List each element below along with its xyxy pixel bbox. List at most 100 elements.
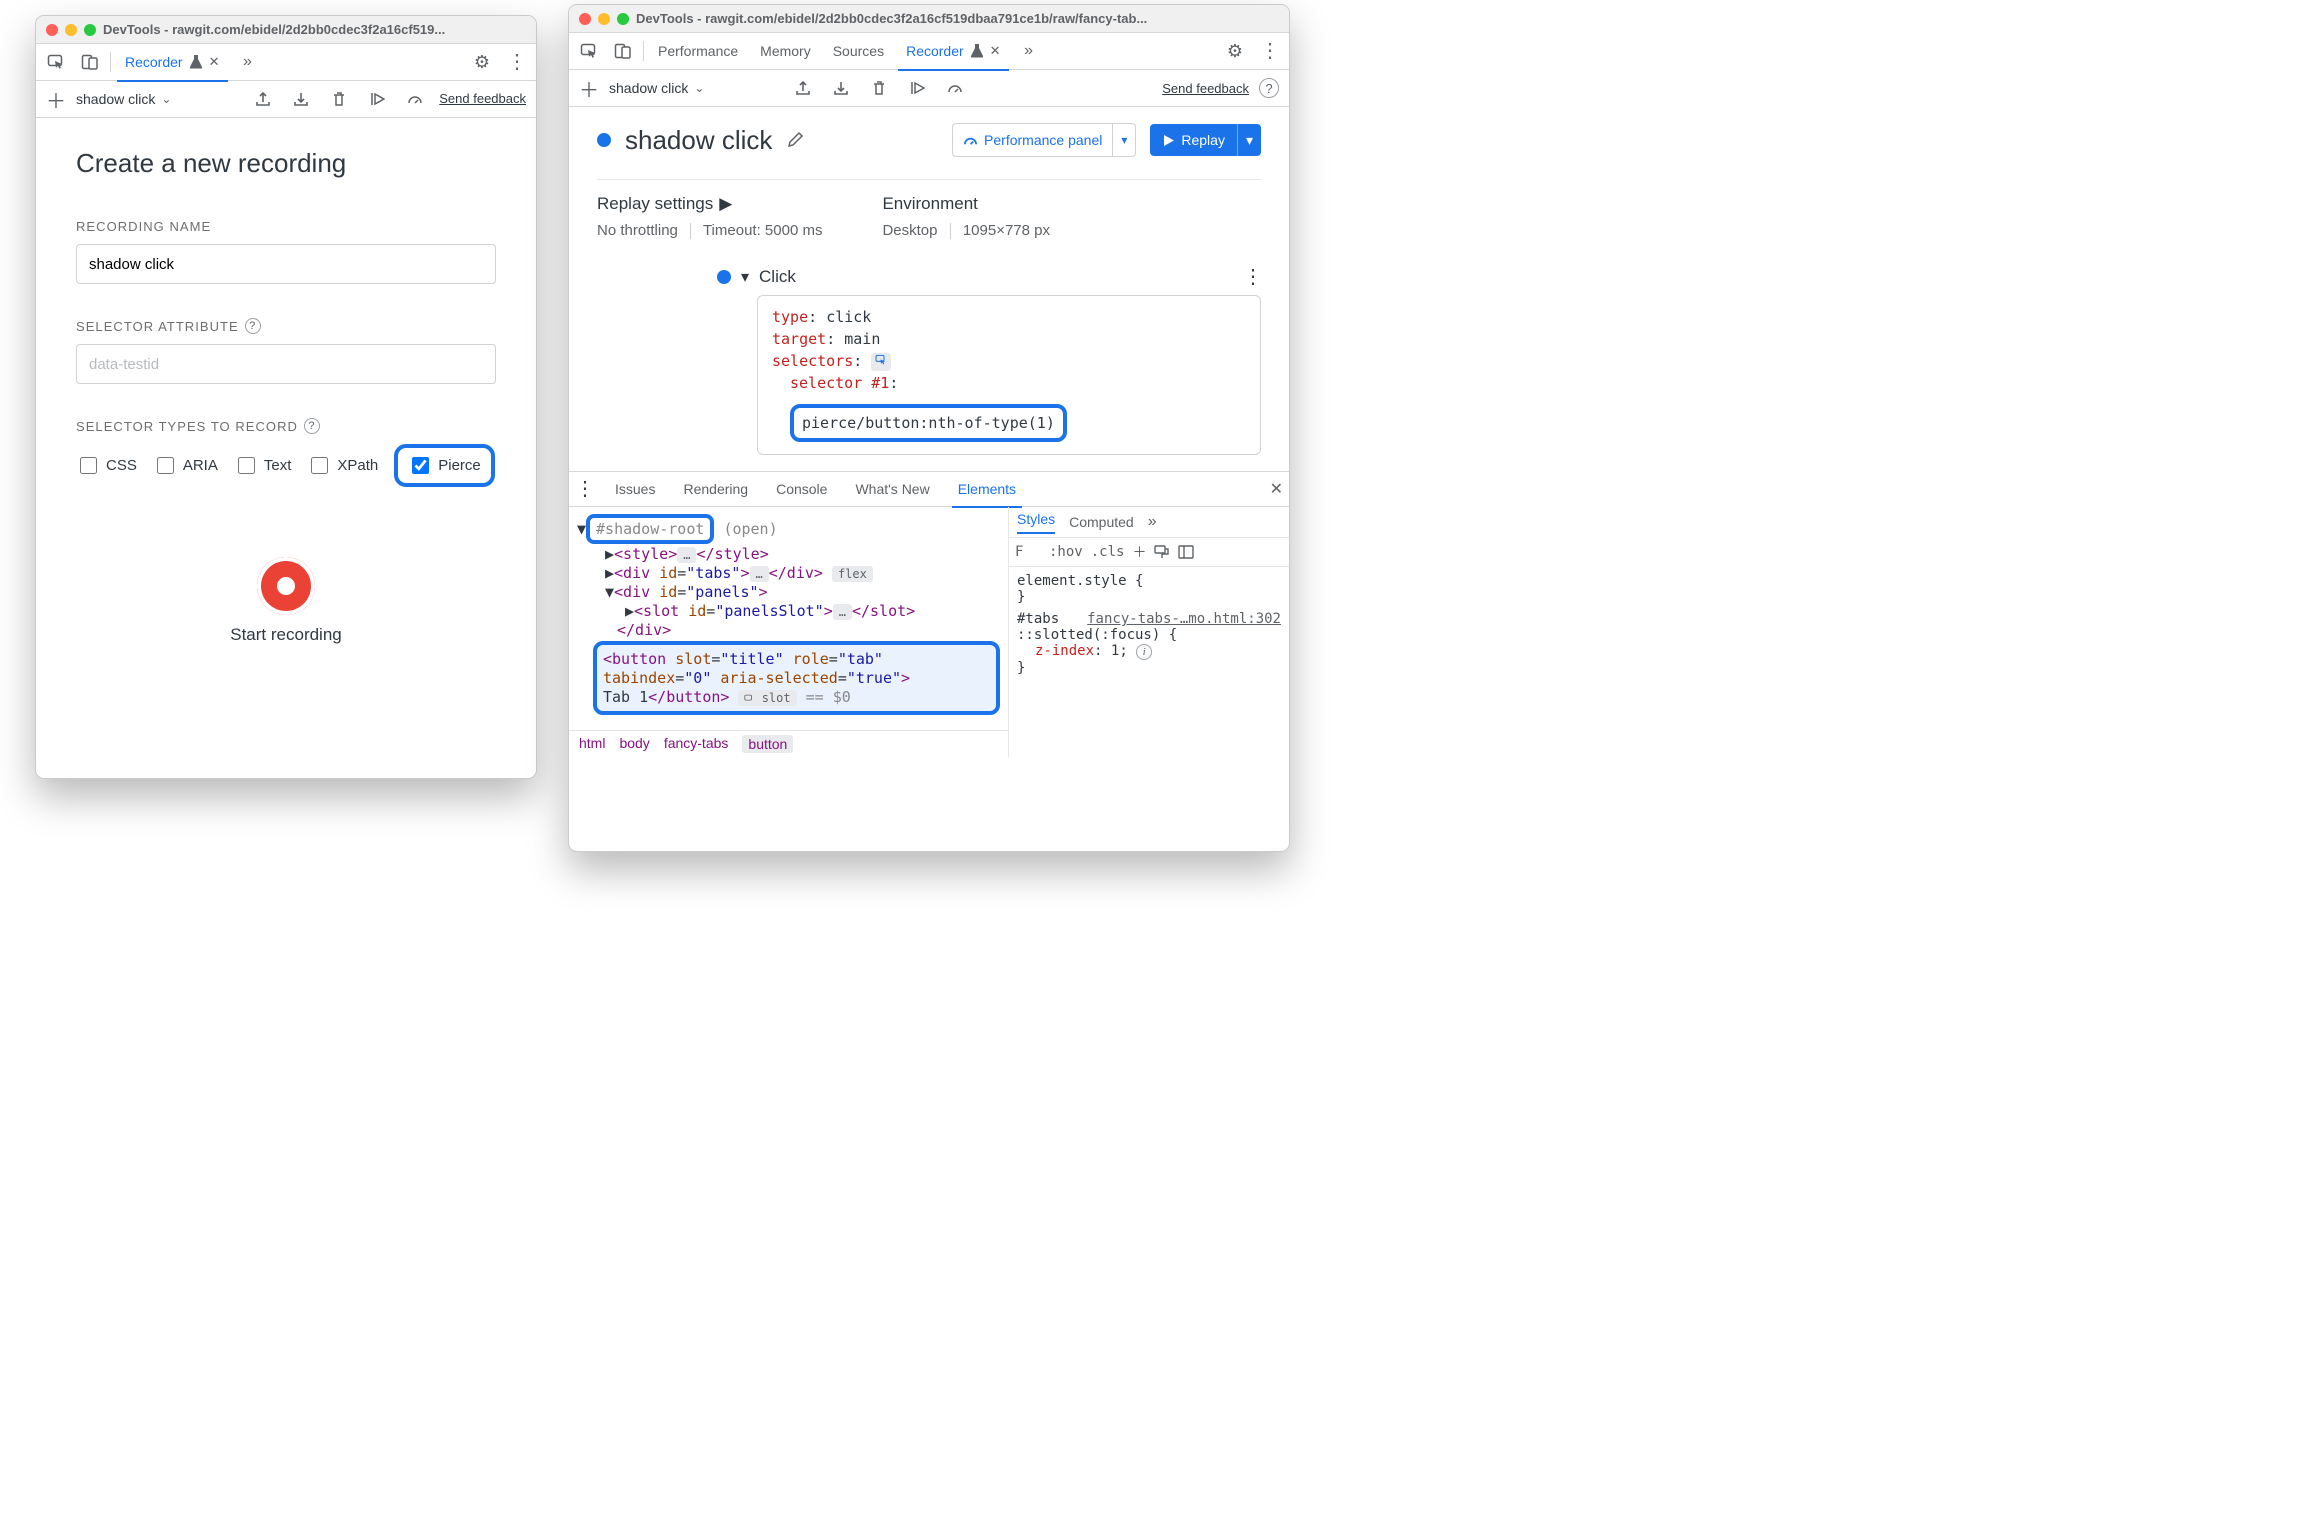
- inspect-icon[interactable]: [575, 37, 603, 65]
- dom-tree[interactable]: ▼#shadow-root (open) ▶<style>…</style> ▶…: [569, 507, 1008, 730]
- css-rule-2-header[interactable]: #tabs fancy-tabs-…mo.html:302: [1017, 611, 1281, 627]
- more-vert-icon[interactable]: ⋮: [502, 48, 530, 76]
- settings-gear-icon[interactable]: ⚙: [1221, 37, 1249, 65]
- close-tab-icon[interactable]: ✕: [990, 43, 1001, 59]
- info-icon[interactable]: i: [1136, 644, 1152, 660]
- checkbox-xpath-input[interactable]: [311, 457, 328, 474]
- replay-settings-heading[interactable]: Replay settings ▶: [597, 194, 822, 214]
- dom-line-slot[interactable]: ▶<slot id="panelsSlot">…</slot>: [625, 602, 1000, 620]
- recording-select[interactable]: shadow click ⌄: [76, 91, 239, 107]
- more-tabs-icon[interactable]: »: [1015, 37, 1043, 65]
- help-icon[interactable]: ?: [245, 318, 261, 334]
- css-rule-3[interactable]: ::slotted(:focus) {: [1017, 627, 1281, 643]
- hov-button[interactable]: :hov: [1049, 544, 1083, 560]
- dom-line-panels[interactable]: ▼<div id="panels">: [605, 583, 1000, 601]
- step-label[interactable]: Click: [759, 267, 796, 287]
- close-icon[interactable]: [46, 24, 58, 36]
- more-tabs-icon[interactable]: »: [234, 48, 262, 76]
- drawer-tab-whatsnew[interactable]: What's New: [849, 472, 935, 506]
- device-toggle-icon[interactable]: [609, 37, 637, 65]
- dom-line-tabs[interactable]: ▶<div id="tabs">…</div> flex: [605, 564, 1000, 582]
- performance-panel-dropdown[interactable]: ▾: [1113, 123, 1136, 157]
- export-icon[interactable]: [249, 85, 277, 113]
- checkbox-aria-input[interactable]: [157, 457, 174, 474]
- inspect-icon[interactable]: [42, 48, 70, 76]
- performance-panel-button[interactable]: Performance panel: [952, 123, 1113, 157]
- collapse-icon[interactable]: ▾: [741, 267, 749, 287]
- cls-button[interactable]: .cls: [1091, 544, 1125, 560]
- speed-icon[interactable]: [401, 85, 429, 113]
- checkbox-css-input[interactable]: [80, 457, 97, 474]
- more-vert-icon[interactable]: ⋮: [1255, 37, 1283, 65]
- send-feedback-link[interactable]: Send feedback: [439, 91, 526, 107]
- drawer-more-icon[interactable]: ⋮: [575, 484, 593, 494]
- crumb-html[interactable]: html: [579, 735, 605, 753]
- settings-gear-icon[interactable]: ⚙: [468, 48, 496, 76]
- step-more-icon[interactable]: ⋮: [1243, 272, 1261, 282]
- drawer-tab-console[interactable]: Console: [770, 472, 833, 506]
- close-tab-icon[interactable]: ✕: [209, 54, 220, 70]
- css-source-link[interactable]: fancy-tabs-…mo.html:302: [1087, 611, 1281, 627]
- dom-line-panels-close[interactable]: </div>: [617, 621, 1000, 639]
- checkbox-pierce-input[interactable]: [412, 457, 429, 474]
- checkbox-text[interactable]: Text: [234, 454, 292, 477]
- flex-badge[interactable]: flex: [832, 566, 873, 582]
- new-recording-icon[interactable]: ＋: [579, 74, 599, 103]
- help-icon[interactable]: ?: [304, 418, 320, 434]
- checkbox-pierce[interactable]: Pierce: [408, 454, 481, 477]
- tab-recorder[interactable]: Recorder ✕: [898, 33, 1009, 71]
- delete-icon[interactable]: [865, 74, 893, 102]
- recording-select[interactable]: shadow click ⌄: [609, 80, 779, 96]
- selector-value[interactable]: pierce/button:nth-of-type(1): [802, 414, 1055, 432]
- css-decl[interactable]: z-index: 1; i: [1035, 643, 1281, 660]
- drawer-tab-rendering[interactable]: Rendering: [677, 472, 754, 506]
- selector-attr-input[interactable]: [76, 344, 496, 384]
- paint-icon[interactable]: [1154, 545, 1170, 559]
- dom-line-style[interactable]: ▶<style>…</style>: [605, 545, 1000, 563]
- export-icon[interactable]: [789, 74, 817, 102]
- send-feedback-link[interactable]: Send feedback: [1162, 81, 1249, 96]
- styles-tab-styles[interactable]: Styles: [1017, 511, 1055, 534]
- replay-dropdown[interactable]: ▾: [1237, 124, 1261, 156]
- tab-memory[interactable]: Memory: [752, 33, 819, 69]
- speed-icon[interactable]: [941, 74, 969, 102]
- checkbox-text-input[interactable]: [238, 457, 255, 474]
- css-rule-1[interactable]: element.style {: [1017, 573, 1281, 589]
- minimize-icon[interactable]: [598, 13, 610, 25]
- tab-performance[interactable]: Performance: [650, 33, 746, 69]
- replay-button[interactable]: Replay: [1150, 124, 1237, 156]
- dom-line-button[interactable]: <button slot="title" role="tab": [603, 650, 990, 668]
- tab-sources[interactable]: Sources: [825, 33, 892, 69]
- crumb-button[interactable]: button: [742, 735, 793, 753]
- recording-name-input[interactable]: [76, 244, 496, 284]
- edit-icon[interactable]: [786, 131, 804, 149]
- play-icon[interactable]: [903, 74, 931, 102]
- start-recording-label[interactable]: Start recording: [76, 625, 496, 645]
- new-recording-icon[interactable]: ＋: [46, 85, 66, 114]
- new-rule-icon[interactable]: ＋: [1132, 542, 1146, 562]
- styles-tab-computed[interactable]: Computed: [1069, 514, 1134, 530]
- checkbox-css[interactable]: CSS: [76, 454, 137, 477]
- record-icon[interactable]: [257, 557, 315, 615]
- dom-line-button-3[interactable]: Tab 1</button> slot == $0: [603, 688, 990, 706]
- play-icon[interactable]: [363, 85, 391, 113]
- tab-recorder[interactable]: Recorder ✕: [117, 44, 228, 82]
- delete-icon[interactable]: [325, 85, 353, 113]
- import-icon[interactable]: [287, 85, 315, 113]
- dom-line-button-2[interactable]: tabindex="0" aria-selected="true">: [603, 669, 990, 687]
- pick-selector-icon[interactable]: [871, 353, 891, 371]
- maximize-icon[interactable]: [617, 13, 629, 25]
- help-icon[interactable]: ?: [1259, 78, 1279, 98]
- checkbox-aria[interactable]: ARIA: [153, 454, 218, 477]
- import-icon[interactable]: [827, 74, 855, 102]
- close-drawer-icon[interactable]: ✕: [1270, 479, 1283, 499]
- more-tabs-icon[interactable]: »: [1148, 513, 1157, 531]
- filter-input[interactable]: F: [1015, 544, 1041, 560]
- maximize-icon[interactable]: [84, 24, 96, 36]
- crumb-fancy-tabs[interactable]: fancy-tabs: [664, 735, 729, 753]
- toggle-sidebar-icon[interactable]: [1178, 545, 1194, 559]
- checkbox-xpath[interactable]: XPath: [307, 454, 378, 477]
- dom-shadow-root[interactable]: ▼#shadow-root (open): [577, 514, 1000, 544]
- crumb-body[interactable]: body: [619, 735, 649, 753]
- close-icon[interactable]: [579, 13, 591, 25]
